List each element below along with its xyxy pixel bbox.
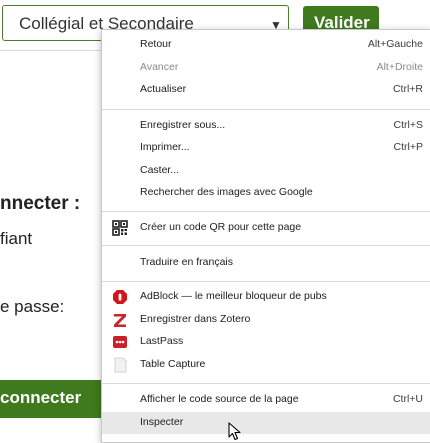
identifier-label: fiant: [0, 229, 33, 248]
lastpass-icon: [113, 336, 127, 348]
menu-item-label: Enregistrer dans Zotero: [140, 313, 251, 325]
menu-item-search-images[interactable]: Rechercher des images avec Google: [102, 182, 430, 204]
menu-separator: [102, 211, 430, 212]
menu-item-shortcut: Ctrl+R: [392, 83, 423, 95]
menu-item-label: Afficher le code source de la page: [140, 393, 299, 405]
login-heading: nnecter :: [0, 193, 81, 214]
table-capture-icon: [114, 357, 127, 373]
adblock-icon: [113, 290, 127, 304]
menu-item-label: Inspecter: [140, 416, 184, 428]
menu-separator: [102, 383, 430, 384]
menu-item-save-as[interactable]: Enregistrer sous... Ctrl+S: [102, 115, 430, 137]
menu-item-label: Enregistrer sous...: [140, 119, 226, 131]
menu-item-back[interactable]: Retour Alt+Gauche: [102, 34, 430, 56]
menu-item-forward[interactable]: Avancer Alt+Droite: [102, 57, 430, 79]
menu-separator: [102, 281, 430, 282]
connect-button[interactable]: connecter: [0, 380, 112, 418]
menu-item-inspect[interactable]: Inspecter: [102, 412, 430, 434]
menu-item-shortcut: Alt+Gauche: [367, 38, 423, 50]
menu-separator: [102, 245, 430, 246]
menu-item-table-capture[interactable]: Table Capture: [102, 354, 430, 376]
menu-separator: [102, 109, 430, 110]
menu-item-label: Retour: [140, 38, 172, 50]
menu-item-label: LastPass: [140, 335, 184, 347]
menu-item-label: Traduire en français: [140, 256, 233, 268]
zotero-icon: [114, 314, 126, 327]
menu-item-label: AdBlock — le meilleur bloqueur de pubs: [140, 290, 327, 302]
menu-item-shortcut: Ctrl+U: [392, 393, 423, 405]
menu-item-adblock[interactable]: AdBlock — le meilleur bloqueur de pubs: [102, 286, 430, 308]
menu-item-cast[interactable]: Caster...: [102, 160, 430, 182]
menu-item-label: Avancer: [140, 61, 179, 73]
menu-item-label: Créer un code QR pour cette page: [140, 221, 302, 233]
qr-code-icon: [112, 220, 128, 236]
menu-item-zotero[interactable]: Enregistrer dans Zotero: [102, 309, 430, 331]
menu-item-shortcut: Ctrl+P: [393, 141, 423, 153]
menu-item-qr-code[interactable]: Créer un code QR pour cette page: [102, 217, 430, 239]
menu-item-shortcut: Ctrl+S: [393, 119, 423, 131]
menu-item-reload[interactable]: Actualiser Ctrl+R: [102, 79, 430, 101]
menu-item-label: Caster...: [140, 164, 180, 176]
menu-item-label: Imprimer...: [140, 141, 190, 153]
menu-item-label: Rechercher des images avec Google: [140, 186, 313, 198]
menu-item-shortcut: Alt+Droite: [376, 61, 423, 73]
menu-item-lastpass[interactable]: LastPass: [102, 331, 430, 353]
menu-item-label: Table Capture: [140, 358, 206, 370]
context-menu: Retour Alt+Gauche Avancer Alt+Droite Act…: [101, 29, 430, 443]
password-label: e passe:: [0, 297, 65, 316]
menu-item-translate[interactable]: Traduire en français: [102, 252, 430, 274]
menu-item-label: Actualiser: [140, 83, 187, 95]
menu-item-view-source[interactable]: Afficher le code source de la page Ctrl+…: [102, 389, 430, 411]
mouse-pointer-icon: [228, 422, 241, 441]
menu-item-print[interactable]: Imprimer... Ctrl+P: [102, 137, 430, 159]
